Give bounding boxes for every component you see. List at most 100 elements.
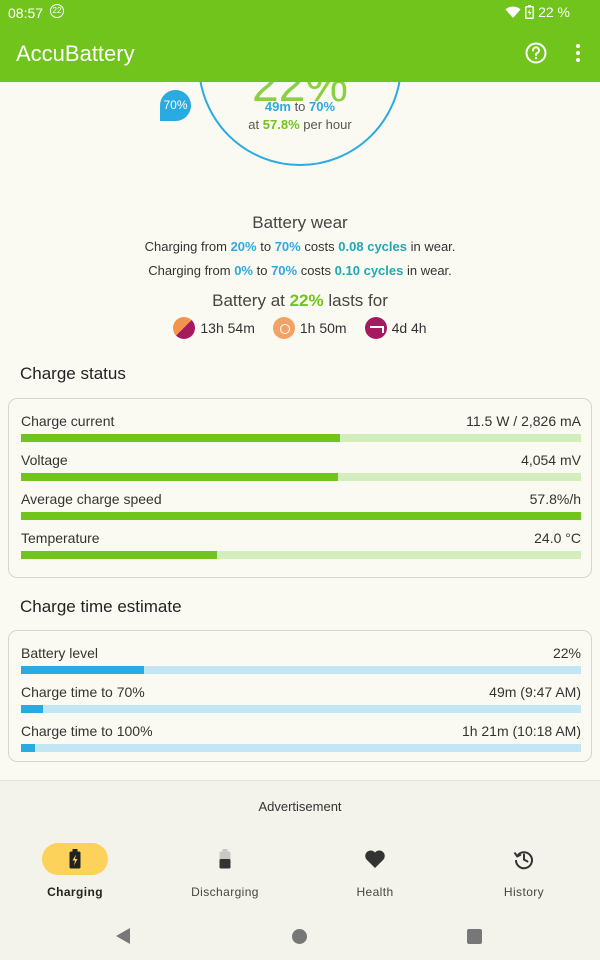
- battery-wear-title: Battery wear: [252, 213, 348, 232]
- level-bar: [21, 666, 581, 674]
- level-bar: [21, 512, 581, 520]
- wear-costs: costs: [297, 263, 335, 278]
- wear-cycles: 0.08 cycles: [338, 239, 407, 254]
- estimate-value: 13h 54m: [200, 320, 255, 336]
- gauge-time-to-target: 49m to 70%: [0, 99, 600, 114]
- wear-suffix: in wear.: [403, 263, 452, 278]
- to-word: to: [290, 99, 310, 114]
- charge-time-title: Charge time estimate: [20, 597, 182, 616]
- lasts-for-title: Battery at 22% lasts for: [0, 291, 600, 311]
- wear-prefix: Charging from: [148, 263, 235, 278]
- discharging-tab-indicator: [192, 843, 258, 875]
- estimate-value: 1h 50m: [299, 320, 347, 336]
- estimate-value: 4d 4h: [391, 320, 427, 336]
- level-bar-fill: [21, 666, 145, 674]
- charge-time-card: Battery level 22% Charge time to 70% 49m…: [8, 630, 592, 762]
- tab-label: Health: [356, 885, 394, 899]
- home-icon[interactable]: [292, 929, 307, 944]
- lasts-suffix: lasts for: [323, 291, 388, 310]
- wifi-icon: [505, 6, 521, 18]
- row-label: Charge current: [21, 413, 115, 429]
- system-navigation-bar: [0, 921, 600, 953]
- row-label: Charge time to 100%: [21, 723, 153, 739]
- estimate-sleep: 4d 4h: [364, 317, 427, 339]
- sleep-icon: [364, 317, 387, 339]
- charging-tab-indicator: [42, 843, 108, 875]
- wear-from: 0%: [234, 263, 253, 278]
- wear-cycles: 0.10 cycles: [334, 263, 404, 278]
- level-bar: [21, 434, 581, 442]
- battery-percent-text: 22 %: [538, 4, 570, 20]
- level-bar: [21, 744, 581, 752]
- level-bar: [21, 551, 581, 559]
- level-bar-fill: [21, 473, 338, 481]
- tab-history[interactable]: History: [464, 843, 584, 899]
- wear-from: 20%: [230, 239, 257, 254]
- level-bar-fill: [21, 512, 581, 520]
- charge-status-title: Charge status: [20, 364, 126, 383]
- row-label: Charge time to 70%: [21, 684, 145, 700]
- back-icon[interactable]: [116, 928, 130, 944]
- wear-line: Charging from 20% to 70% costs 0.08 cycl…: [0, 239, 600, 254]
- mixed-usage-icon: [173, 317, 196, 339]
- estimate-mixed-usage: 13h 54m: [173, 317, 255, 339]
- lasts-prefix: Battery at: [212, 291, 290, 310]
- row-value: 57.8%/h: [529, 491, 581, 507]
- wear-to: 70%: [274, 239, 301, 254]
- level-bar-fill: [21, 705, 44, 713]
- at-word: at: [248, 117, 263, 132]
- row-value: 11.5 W / 2,826 mA: [466, 413, 581, 429]
- lasts-for-estimates: 13h 54m 1h 50m 4d 4h: [0, 317, 600, 339]
- charging-icon: [69, 849, 81, 869]
- status-time: 08:57: [8, 5, 44, 21]
- more-options-icon[interactable]: [564, 39, 592, 67]
- recent-apps-icon[interactable]: [467, 929, 482, 944]
- wear-costs: costs: [300, 239, 339, 254]
- tab-discharging[interactable]: Discharging: [165, 843, 285, 899]
- row-label: Battery level: [21, 645, 99, 661]
- time-to-target: 49m: [264, 99, 291, 114]
- bottom-area: Advertisement Charging Discharging Healt…: [0, 780, 600, 960]
- row-value: 22%: [552, 645, 581, 661]
- app-title: AccuBattery: [16, 41, 135, 66]
- level-bar-fill: [21, 744, 35, 752]
- row-label: Temperature: [21, 530, 100, 546]
- charge-status-card: Charge current 11.5 W / 2,826 mA Voltage…: [8, 398, 592, 578]
- level-bar-fill: [21, 551, 217, 559]
- help-icon[interactable]: [522, 39, 550, 67]
- wear-mid: to: [252, 263, 272, 278]
- row-value: 24.0 °C: [534, 530, 581, 546]
- lasts-percent: 22%: [289, 291, 324, 310]
- heart-icon: [365, 850, 385, 868]
- screen-on-icon: [272, 317, 295, 339]
- wear-line: Charging from 0% to 70% costs 0.10 cycle…: [0, 263, 600, 278]
- tab-health[interactable]: Health: [315, 843, 435, 899]
- wear-prefix: Charging from: [144, 239, 231, 254]
- target-percent: 70%: [309, 99, 336, 114]
- tab-label: History: [503, 885, 545, 899]
- advertisement-label: Advertisement: [258, 799, 342, 814]
- tab-charging[interactable]: Charging: [15, 843, 135, 899]
- level-bar-fill: [21, 434, 341, 442]
- row-value: 4,054 mV: [521, 452, 581, 468]
- charge-rate: 57.8%: [262, 117, 300, 132]
- discharging-icon: [219, 849, 231, 869]
- row-value: 49m (9:47 AM): [489, 684, 581, 700]
- level-bar: [21, 473, 581, 481]
- main-content[interactable]: 22% 70% 49m to 70% at 57.8% per hour Bat…: [0, 82, 600, 780]
- gauge-charge-rate: at 57.8% per hour: [0, 117, 600, 132]
- row-label: Voltage: [21, 452, 68, 468]
- tab-label: Charging: [47, 885, 103, 899]
- status-bar: 08:57 22 22 %: [0, 0, 600, 26]
- tab-label: Discharging: [191, 885, 259, 899]
- level-bar: [21, 705, 581, 713]
- row-value: 1h 21m (10:18 AM): [461, 723, 581, 739]
- status-indicators: 22 %: [505, 4, 570, 20]
- notification-count-icon: 22: [50, 4, 64, 18]
- app-bar: AccuBattery: [0, 26, 600, 82]
- history-icon: [513, 851, 533, 870]
- estimate-screen-on: 1h 50m: [272, 317, 347, 339]
- rate-suffix: per hour: [299, 117, 352, 132]
- row-label: Average charge speed: [21, 491, 162, 507]
- history-tab-indicator: [491, 843, 557, 875]
